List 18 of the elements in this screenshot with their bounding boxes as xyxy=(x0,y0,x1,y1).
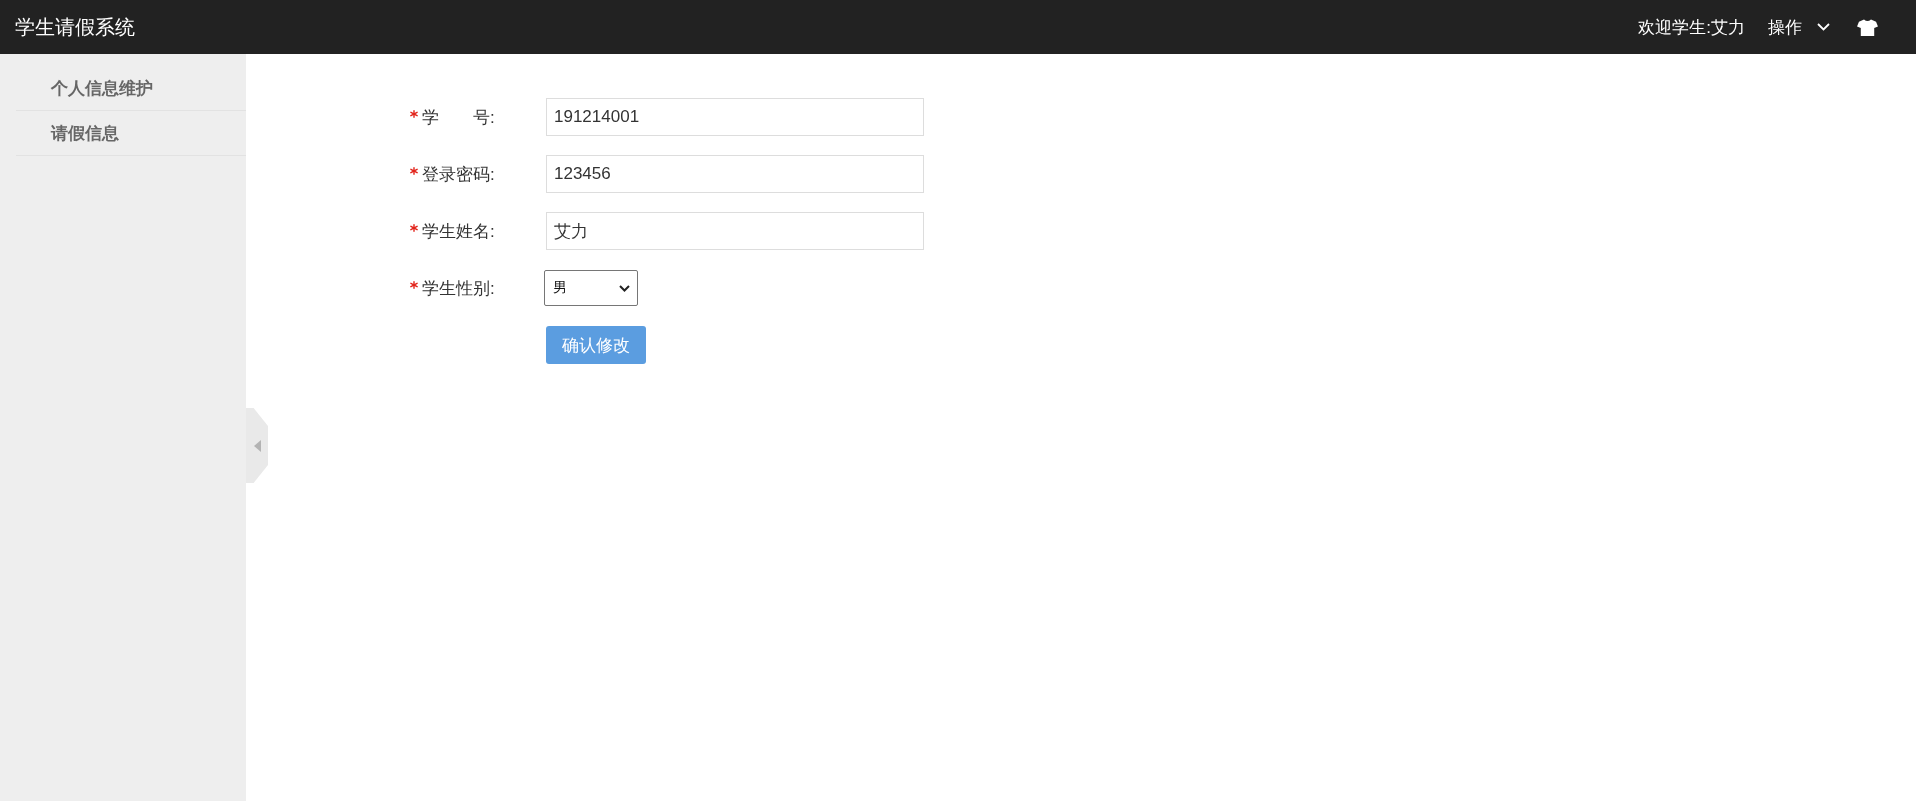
chevron-down-icon xyxy=(1817,23,1830,31)
collapse-handle[interactable] xyxy=(246,408,268,483)
field-label: 学生姓名: xyxy=(422,220,495,243)
field-label: 学生性别: xyxy=(422,277,495,300)
shirt-icon[interactable] xyxy=(1857,18,1878,36)
field-label: 学 号: xyxy=(422,106,495,129)
text-input[interactable]: 191214001 xyxy=(546,98,924,136)
welcome-text: 欢迎学生:艾力 xyxy=(1638,16,1745,39)
text-input[interactable]: 123456 xyxy=(546,155,924,193)
caret-left-icon xyxy=(253,439,261,452)
sidebar-item[interactable]: 个人信息维护 xyxy=(16,66,246,111)
text-input[interactable]: 艾力 xyxy=(546,212,924,250)
app-title: 学生请假系统 xyxy=(15,14,135,40)
chevron-down-icon xyxy=(619,284,630,292)
field-label: 登录密码: xyxy=(422,163,495,186)
operations-menu[interactable]: 操作 xyxy=(1768,15,1830,39)
gender-select[interactable]: 男 xyxy=(544,270,638,306)
sidebar-item[interactable]: 请假信息 xyxy=(16,111,246,156)
